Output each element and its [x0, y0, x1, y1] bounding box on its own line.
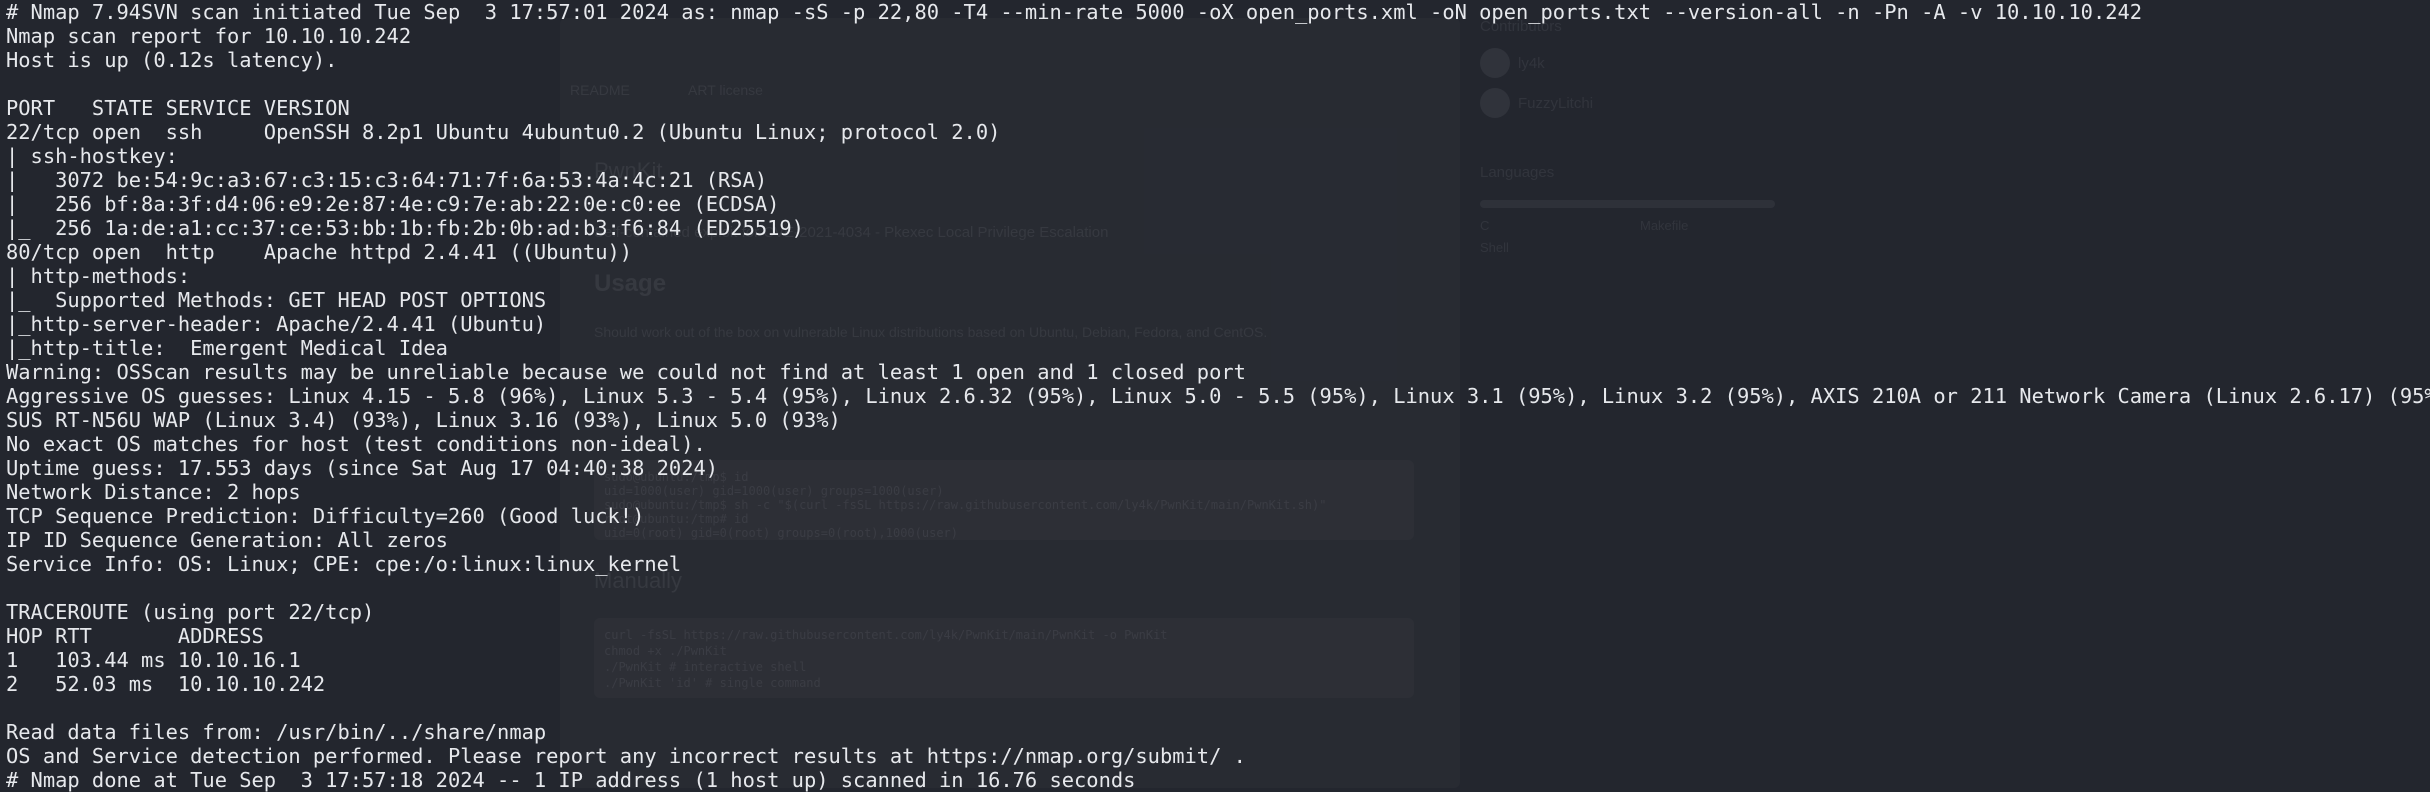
- terminal-line: Host is up (0.12s latency).: [6, 48, 338, 72]
- terminal-line: 80/tcp open http Apache httpd 2.4.41 ((U…: [6, 240, 633, 264]
- terminal-line: | http-methods:: [6, 264, 191, 288]
- terminal-line: No exact OS matches for host (test condi…: [6, 432, 706, 456]
- terminal-line: Aggressive OS guesses: Linux 4.15 - 5.8 …: [6, 384, 2430, 408]
- terminal-line: TRACEROUTE (using port 22/tcp): [6, 600, 375, 624]
- terminal-line: |_ Supported Methods: GET HEAD POST OPTI…: [6, 288, 547, 312]
- terminal-line: 22/tcp open ssh OpenSSH 8.2p1 Ubuntu 4ub…: [6, 120, 1001, 144]
- terminal-line: | 3072 be:54:9c:a3:67:c3:15:c3:64:71:7f:…: [6, 168, 768, 192]
- terminal-line: # Nmap 7.94SVN scan initiated Tue Sep 3 …: [6, 0, 2143, 24]
- terminal-line: PORT STATE SERVICE VERSION: [6, 96, 350, 120]
- terminal-line: Network Distance: 2 hops: [6, 480, 301, 504]
- terminal-line: Nmap scan report for 10.10.10.242: [6, 24, 412, 48]
- terminal-line: OS and Service detection performed. Plea…: [6, 744, 1246, 768]
- terminal-line: 1 103.44 ms 10.10.16.1: [6, 648, 301, 672]
- terminal-line: | ssh-hostkey:: [6, 144, 178, 168]
- terminal-line: SUS RT-N56U WAP (Linux 3.4) (93%), Linux…: [6, 408, 841, 432]
- terminal-line: HOP RTT ADDRESS: [6, 624, 264, 648]
- terminal-line: |_http-server-header: Apache/2.4.41 (Ubu…: [6, 312, 547, 336]
- terminal-line: | 256 bf:8a:3f:d4:06:e9:2e:87:4e:c9:7e:a…: [6, 192, 780, 216]
- terminal-line: IP ID Sequence Generation: All zeros: [6, 528, 448, 552]
- terminal-line: Warning: OSScan results may be unreliabl…: [6, 360, 1246, 384]
- terminal-line: |_http-title: Emergent Medical Idea: [6, 336, 448, 360]
- terminal-output[interactable]: # Nmap 7.94SVN scan initiated Tue Sep 3 …: [0, 0, 2430, 792]
- terminal-line: Read data files from: /usr/bin/../share/…: [6, 720, 547, 744]
- terminal-line: TCP Sequence Prediction: Difficulty=260 …: [6, 504, 645, 528]
- terminal-line: Service Info: OS: Linux; CPE: cpe:/o:lin…: [6, 552, 682, 576]
- terminal-line: # Nmap done at Tue Sep 3 17:57:18 2024 -…: [6, 768, 1136, 792]
- terminal-line: |_ 256 1a:de:a1:cc:37:ce:53:bb:1b:fb:2b:…: [6, 216, 804, 240]
- terminal-line: 2 52.03 ms 10.10.10.242: [6, 672, 326, 696]
- terminal-line: Uptime guess: 17.553 days (since Sat Aug…: [6, 456, 719, 480]
